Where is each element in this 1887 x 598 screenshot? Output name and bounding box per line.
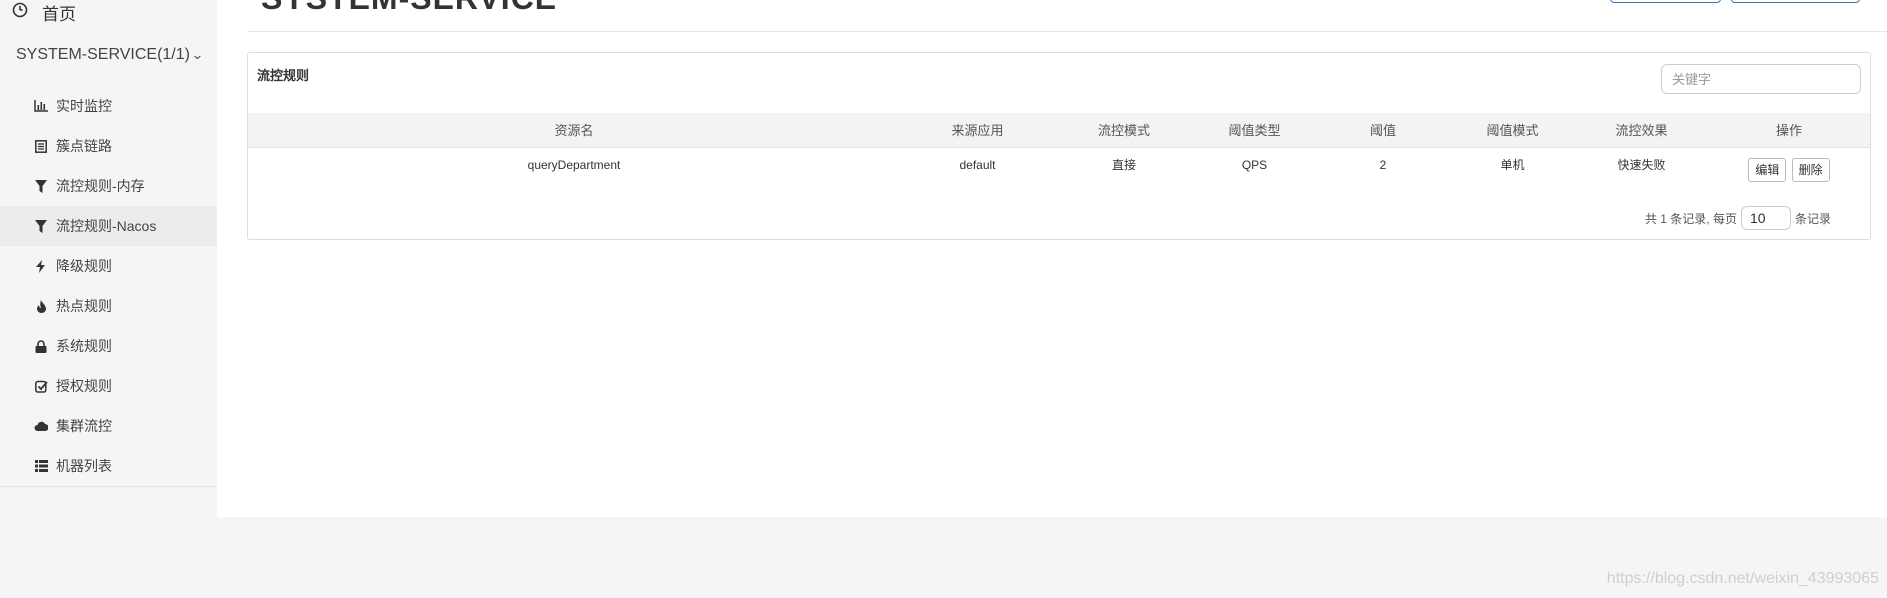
panel-title: 流控规则 — [257, 68, 310, 83]
cell-effect: 快速失败 — [1617, 158, 1666, 172]
sidebar-item-realtime-monitor[interactable]: 实时监控 — [0, 86, 217, 126]
sidebar-menu: 实时监控 簇点链路 流控规则-内存 流控规则-Nacos 降级规则 热点规则 系… — [0, 86, 217, 486]
fire-icon — [34, 299, 48, 313]
column-header: 阈值模式 — [1450, 113, 1575, 148]
sidebar-item-machine-list[interactable]: 机器列表 — [0, 446, 217, 486]
watermark: https://blog.csdn.net/weixin_43993065 — [1606, 570, 1879, 587]
list-icon — [34, 139, 48, 153]
sidebar-item-label: 热点规则 — [56, 298, 112, 314]
chevron-down-icon: ⌄ — [190, 47, 204, 62]
sidebar-item-label: 机器列表 — [56, 458, 112, 474]
sidebar-item-label: 系统规则 — [56, 338, 112, 354]
sidebar-item-label: 簇点链路 — [56, 138, 112, 154]
sidebar-item-label: 集群流控 — [56, 418, 112, 434]
flash-icon — [34, 259, 48, 273]
pagination: 共 1 条记录, 每页 条记录 — [1645, 206, 1831, 230]
sidebar-item-auth-rules[interactable]: 授权规则 — [0, 366, 217, 406]
pagination-prefix: 共 1 条记录, 每页 — [1644, 211, 1737, 226]
app-label: SYSTEM-SERVICE(1/1) — [16, 46, 190, 63]
column-header: 操作 — [1708, 113, 1870, 148]
check-icon — [34, 379, 48, 393]
sidebar-item-label: 流控规则-内存 — [56, 178, 145, 194]
column-header: 流控效果 — [1575, 113, 1708, 148]
cell-threshold: 2 — [1379, 157, 1387, 172]
column-header: 资源名 — [248, 113, 900, 148]
search-input[interactable] — [1661, 64, 1861, 94]
sidebar-item-hotspot-rules[interactable]: 热点规则 — [0, 286, 217, 326]
column-header: 来源应用 — [900, 113, 1055, 148]
page-title: SYSTEM-SERVICE — [261, 0, 557, 17]
header-divider — [247, 31, 1887, 32]
header-action-button[interactable] — [1610, 0, 1721, 3]
filter-icon — [34, 179, 48, 193]
table-header-row: 资源名 来源应用 流控模式 阈值类型 阈值 阈值模式 流控效果 操作 — [248, 113, 1870, 148]
column-header: 流控模式 — [1055, 113, 1193, 148]
filter-icon — [34, 219, 48, 233]
dashboard-icon — [12, 2, 28, 23]
sidebar-item-flow-rules-nacos[interactable]: 流控规则-Nacos — [0, 206, 217, 246]
sidebar-divider — [0, 486, 217, 487]
bar-chart-icon — [34, 99, 48, 113]
sidebar-item-label: 流控规则-Nacos — [56, 218, 157, 234]
sidebar-item-system-rules[interactable]: 系统规则 — [0, 326, 217, 366]
cell-threshold-mode: 单机 — [1500, 158, 1525, 172]
column-header: 阈值类型 — [1193, 113, 1316, 148]
sidebar-item-cluster-flow[interactable]: 集群流控 — [0, 406, 217, 446]
table-row: queryDepartment default 直接 QPS 2 单机 快速失败… — [248, 147, 1870, 182]
flow-rules-panel: 流控规则 资源名 来源应用 流控模式 阈值类型 阈值 阈值模式 流控效果 操作 — [247, 52, 1871, 240]
edit-button[interactable]: 编辑 — [1748, 157, 1787, 182]
page-size-input[interactable] — [1740, 206, 1791, 230]
cell-actions: 编辑 删除 — [1708, 147, 1870, 182]
cloud-icon — [34, 419, 48, 433]
app-selector[interactable]: SYSTEM-SERVICE(1/1) ⌄ — [0, 24, 217, 86]
cell-origin: default — [959, 157, 996, 172]
th-list-icon — [34, 459, 48, 473]
main-content: SYSTEM-SERVICE 流控规则 资源名 来源应用 流控模式 阈值类型 阈… — [217, 0, 1887, 517]
cell-mode: 直接 — [1111, 158, 1136, 172]
rules-table: 资源名 来源应用 流控模式 阈值类型 阈值 阈值模式 流控效果 操作 query… — [248, 113, 1870, 182]
sidebar-item-cluster-link[interactable]: 簇点链路 — [0, 126, 217, 166]
delete-button[interactable]: 删除 — [1791, 157, 1830, 182]
column-header: 阈值 — [1316, 113, 1450, 148]
pagination-suffix: 条记录 — [1794, 211, 1831, 226]
sidebar: 首页 SYSTEM-SERVICE(1/1) ⌄ 实时监控 簇点链路 流控规则-… — [0, 0, 217, 598]
nav-home-label: 首页 — [42, 4, 76, 24]
nav-home[interactable]: 首页 — [0, 0, 217, 24]
sidebar-item-label: 降级规则 — [56, 258, 112, 274]
cell-threshold-type: QPS — [1241, 157, 1268, 172]
sidebar-item-label: 授权规则 — [56, 378, 112, 394]
sidebar-item-label: 实时监控 — [56, 98, 112, 114]
lock-icon — [34, 339, 48, 353]
header-action-button[interactable] — [1731, 0, 1860, 3]
sidebar-item-flow-rules-memory[interactable]: 流控规则-内存 — [0, 166, 217, 206]
sidebar-item-degrade-rules[interactable]: 降级规则 — [0, 246, 217, 286]
cell-resource: queryDepartment — [527, 157, 621, 172]
